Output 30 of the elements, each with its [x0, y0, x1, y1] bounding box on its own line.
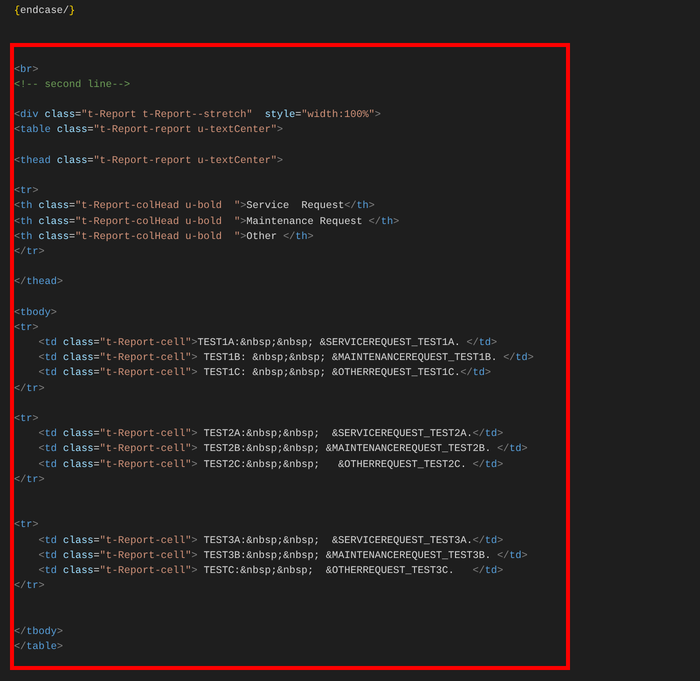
code-line: </table> — [14, 640, 63, 655]
code-line: {endcase/} — [14, 4, 76, 19]
code-line: <td class="t-Report-cell"> TEST1C: &nbsp;&nbsp; &OTHERREQUEST_TEST1C.</td> — [38, 366, 491, 382]
code-line: <tr> — [14, 519, 38, 534]
code-line: <td class="t-Report-cell"> TEST1B: &nbsp;&nbsp; &MAINTENANCEREQUEST_TEST1B. </td> — [38, 352, 534, 366]
code-line: </tr> — [14, 382, 45, 397]
code-line: <td class="t-Report-cell"> TEST3A:&nbsp;&nbsp; &SERVICEREQUEST_TEST3A.</td> — [38, 534, 504, 548]
code-line: </tbody> — [14, 626, 63, 640]
code-line: <th class="t-Report-colHead u-bold ">Service Request</th> — [14, 200, 375, 214]
code-line: <!-- second line--> — [14, 78, 130, 93]
code-line: <td class="t-Report-cell"> TEST3B:&nbsp;&nbsp; &MAINTENANCEREQUEST_TEST3B. </td> — [38, 550, 528, 564]
code-line: <td class="t-Report-cell"> TESTC:&nbsp;&nbsp; &OTHERREQUEST_TEST3C. </td> — [38, 564, 504, 579]
code-line: <td class="t-Report-cell"> TEST2C:&nbsp;&nbsp; &OTHERREQUEST_TEST2C. </td> — [38, 458, 504, 473]
code-line: <tr> — [14, 322, 38, 336]
code-line: <br> — [14, 64, 38, 78]
code-line: <td class="t-Report-cell">TEST1A:&nbsp;&nbsp; &SERVICEREQUEST_TEST1A. </td> — [38, 336, 498, 352]
code-line: <th class="t-Report-colHead u-bold ">Other </th> — [14, 230, 314, 245]
code-line: </thead> — [14, 276, 63, 290]
code-line: <tr> — [14, 185, 38, 200]
code-line: <table class="t-Report-report u-textCenter"> — [14, 124, 284, 138]
code-line: <thead class="t-Report-report u-textCenter"> — [14, 154, 284, 169]
code-line: </tr> — [14, 474, 45, 488]
code-line: <td class="t-Report-cell"> TEST2A:&nbsp;&nbsp; &SERVICEREQUEST_TEST2A.</td> — [38, 428, 504, 442]
code-line: <th class="t-Report-colHead u-bold ">Maintenance Request </th> — [14, 216, 400, 230]
code-line: </tr> — [14, 580, 45, 594]
code-line: <tr> — [14, 413, 38, 427]
code-line: </tr> — [14, 246, 45, 260]
code-line: <tbody> — [14, 306, 57, 321]
code-line: <td class="t-Report-cell"> TEST2B:&nbsp;&nbsp; &MAINTENANCEREQUEST_TEST2B. </td> — [38, 442, 528, 458]
code-line: <div class="t-Report t-Report--stretch" style="width:100%"> — [14, 108, 381, 124]
